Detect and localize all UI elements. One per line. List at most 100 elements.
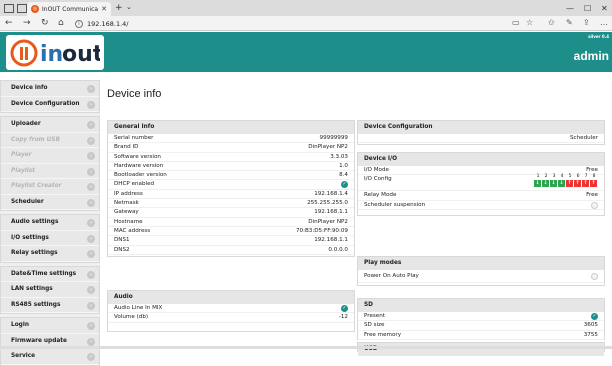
panel-heading: Device I/O [358,153,604,166]
panel-heading: Play modes [358,257,604,270]
audio-panel: Audio Audio Line In MIX ✓ Volume (db) -12 [107,290,355,332]
sidebar-item-label: Login [11,322,29,328]
chevron-right-icon: › [87,183,95,191]
sidebar-item-label: LAN settings [11,286,53,292]
pen-icon[interactable]: ✎ [566,18,573,27]
new-tab-icon[interactable]: + [115,3,123,13]
info-row-dns1: DNS1 192.168.1.1 [108,236,354,246]
sidebar-item-label: Playlist [11,167,35,174]
chevron-right-icon: › [87,322,95,330]
info-label: Bootloader version [114,172,167,179]
info-row-mac-address: MAC address 70:B3:D5:FF:90:09 [108,227,354,237]
browser-tab-bar: ◎ InOUT Communication ✕ + ⌄ — ☐ ✕ [0,0,612,16]
info-value: DinPlayer NP2 [308,218,348,225]
chevron-right-icon: › [87,152,95,160]
info-row-dhcp-enabled: DHCP enabled ✓ [108,180,354,190]
user-name[interactable]: admin [574,49,609,63]
sidebar-item-lan-settings[interactable]: LAN settings › [1,282,99,298]
url-field[interactable]: i 192.168.1.4/ [75,18,525,29]
device-configuration-panel: Device Configuration Scheduler [357,120,605,145]
sidebar-item-login[interactable]: Login › [1,318,99,334]
info-row-audio-line-in-mix: Audio Line In MIX ✓ [108,304,354,314]
sidebar-item-label: Date&Time settings [11,270,77,277]
sidebar-item-label: Scheduler [11,198,44,205]
info-label: Netmask [114,200,139,207]
home-icon[interactable]: ⌂ [58,18,64,28]
sidebar-group: Uploader › Copy from USB › Player › Playlist › P… [0,116,100,211]
close-tab-icon[interactable]: ✕ [101,5,107,13]
tab-actions-icon[interactable] [4,4,14,13]
minimize-icon[interactable]: — [566,4,574,13]
sidebar-item-label: Audio settings [11,219,59,225]
page-title: Device info [107,88,162,100]
sidebar-item-relay-settings[interactable]: Relay settings › [1,246,99,262]
sidebar-group: Device info › Device Configuration › [0,80,100,113]
more-icon[interactable]: … [600,18,608,27]
chevron-right-icon: › [87,337,95,346]
close-window-icon[interactable]: ✕ [601,4,608,13]
scheduler-suspension-toggle[interactable] [591,201,598,209]
chevron-right-icon: › [87,250,95,258]
chevron-right-icon: › [87,234,95,243]
svg-text:in: in [40,42,63,67]
power-on-auto-play-label: Power On Auto Play [364,273,419,279]
sidebar-item-player: Player › [1,148,99,164]
output-arrow-icon: ↑ [574,180,582,188]
back-icon[interactable]: ← [5,18,13,28]
output-arrow-icon: ↑ [582,180,590,188]
sidebar-item-label: Playlist Creator [11,183,62,189]
sidebar-item-label: Device Configuration [11,100,80,107]
star-icon[interactable]: ☆ [526,18,533,27]
chevron-right-icon: › [87,121,95,129]
sidebar-item-label: I/O settings [11,234,49,241]
reader-view-icon[interactable]: ▭ [512,18,520,27]
favorites-icon[interactable]: ✩ [548,18,555,27]
info-label: IP address [114,190,143,197]
info-row-bootloader-version: Bootloader version 8.4 [108,171,354,181]
sidebar-item-device-info[interactable]: Device info › [1,81,99,97]
sidebar-item-i-o-settings[interactable]: I/O settings › [1,231,99,246]
forward-icon[interactable]: → [23,18,31,28]
browser-tab[interactable]: ◎ InOUT Communication ✕ [27,2,111,16]
svg-text:out: out [62,42,100,67]
relay-mode-value: Free [586,192,598,199]
refresh-icon[interactable]: ↻ [41,18,49,28]
maximize-icon[interactable]: ☐ [584,4,591,13]
info-row-serial-number: Serial number 99999999 [108,134,354,144]
sidebar-item-rs485-settings[interactable]: RS485 settings › [1,298,99,313]
relay-mode-row: Relay Mode Free [358,191,604,201]
device-configuration-value: Scheduler [358,134,604,144]
info-label: Volume (db) [114,314,149,321]
check-icon: ✓ [341,305,348,312]
info-row-volume-db: Volume (db) -12 [108,313,354,323]
info-row-netmask: Netmask 255.255.255.0 [108,199,354,209]
power-on-auto-play-toggle[interactable] [591,273,598,280]
sidebar-item-date-time-settings[interactable]: Date&Time settings › [1,267,99,282]
info-label: Serial number [114,135,154,141]
input-arrow-icon: ↓ [558,180,566,188]
sd-panel: SD Present ✓ SD size 3605 Free memory 3755 [357,298,605,340]
io-config-row: I/O Config 12345678 ↓ ↓ ↓ ↓ ↑ ↑ ↑ ↑ [358,174,604,192]
device-io-panel: Device I/O I/O Mode Free I/O Config 1234… [357,152,605,216]
info-value: 0.0.0.0 [328,246,348,253]
info-label: Present [364,313,385,319]
input-arrow-icon: ↓ [534,180,542,188]
sidebar-item-uploader[interactable]: Uploader › [1,117,99,133]
url-text: 192.168.1.4/ [87,19,129,28]
sidebar-item-scheduler[interactable]: Scheduler › [1,195,99,210]
panel-heading: Audio [108,291,354,304]
inout-logo: in out [6,35,104,70]
info-value: 255.255.255.0 [307,200,348,207]
sidebar-item-audio-settings[interactable]: Audio settings › [1,215,99,231]
chevron-right-icon: › [87,286,95,294]
info-label: Audio Line In MIX [114,305,163,311]
back-tabs-icon[interactable] [17,4,27,13]
sidebar-item-service[interactable]: Service › [1,349,99,365]
share-icon[interactable]: ⇪ [583,18,590,27]
inout-favicon-icon: ◎ [31,5,39,13]
chevron-down-icon[interactable]: ⌄ [126,3,132,11]
app-header: in out silver 0.4 admin [0,32,612,72]
info-icon[interactable]: i [75,19,83,28]
sidebar-item-device-configuration[interactable]: Device Configuration › [1,97,99,112]
sidebar-item-label: Copy from USB [11,136,60,143]
